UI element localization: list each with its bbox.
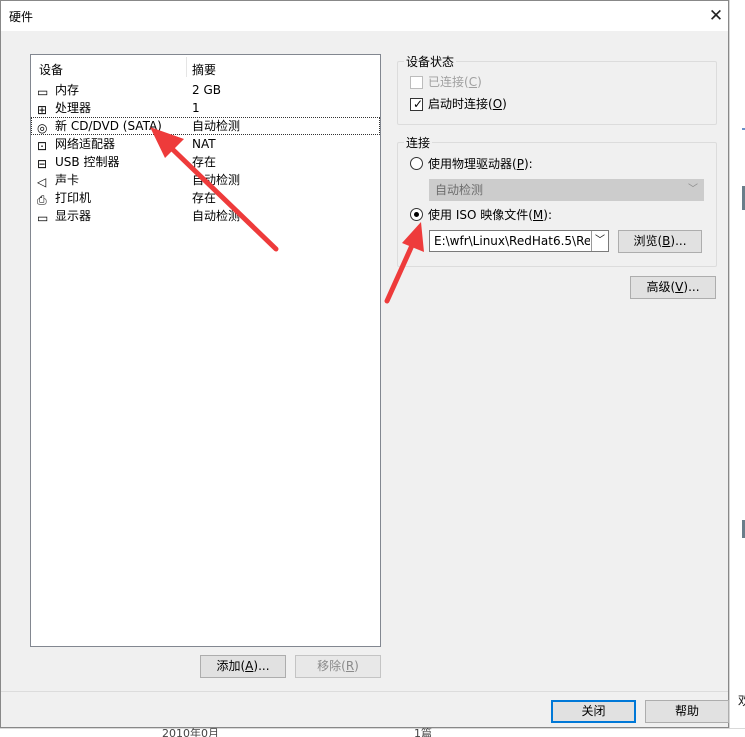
add-button-label: 添加( [216,659,246,673]
physical-drive-radio[interactable]: 使用物理驱动器(P): [410,156,570,172]
column-header-summary[interactable]: 摘要 [192,61,216,78]
connect-on-start-label: 启动时连接(O) [428,97,507,111]
device-status-legend: 设备状态 [404,53,457,70]
help-button-label: 帮助 [674,704,699,718]
physical-drive-label: 使用物理驱动器(P): [428,157,533,171]
device-name: 网络适配器 [55,137,116,151]
column-separator[interactable] [186,57,187,77]
connected-checkbox[interactable]: 已连接(C) [410,74,530,90]
background-text: 欢 [738,694,745,709]
processor-icon: ⊞ [37,103,48,117]
device-row[interactable]: ◎ 新 CD/DVD (SATA) 自动检测 [31,117,380,135]
chevron-down-icon[interactable]: ﹀ [591,231,608,251]
footer-divider [1,691,728,692]
device-row[interactable]: ⊡ 网络适配器 NAT [31,135,380,153]
device-name: 声卡 [55,173,80,187]
background-page-right: 欢 [729,0,745,737]
close-button[interactable]: 关闭 [551,700,636,723]
device-summary: 2 GB [192,83,221,97]
iso-path-combobox[interactable]: E:\wfr\Linux\RedHat6.5\Rec ﹀ [429,230,609,252]
browse-button-label: 浏览( [633,234,663,248]
hardware-dialog: 硬件 ✕ 设备 摘要 ▭ 内存 2 GB ⊞ 处理器 1 ◎ 新 CD/DVD (SATA) 自… [0,0,729,728]
cd-dvd-icon: ◎ [37,121,48,135]
device-row[interactable]: ⎙ 打印机 存在 [31,189,380,207]
remove-button-label-end: ) [354,659,359,673]
device-row[interactable]: ▭ 显示器 自动检测 [31,207,380,225]
browse-button-label-end: )... [670,234,687,248]
printer-icon: ⎙ [37,193,47,207]
device-name: 处理器 [55,101,92,115]
device-summary: 自动检测 [192,209,241,223]
device-rows: ▭ 内存 2 GB ⊞ 处理器 1 ◎ 新 CD/DVD (SATA) 自动检测 ⊡ 网络适配器 NA… [31,81,380,225]
device-list-header: 设备 摘要 [31,61,380,77]
memory-icon: ▭ [37,85,49,99]
radio-dot [414,212,419,217]
physical-drive-value: 自动检测 [435,183,484,197]
add-button[interactable]: 添加(A)... [200,655,286,678]
device-name: 新 CD/DVD (SATA) [55,119,162,133]
title-bar: 硬件 ✕ [1,1,728,31]
physical-drive-select[interactable]: 自动检测 ﹀ [429,179,704,201]
monitor-icon: ▭ [37,211,49,225]
iso-image-label: 使用 ISO 映像文件(M): [428,208,553,222]
remove-button-label: 移除( [317,659,346,673]
network-adapter-icon: ⊡ [37,139,48,153]
iso-image-radio[interactable]: 使用 ISO 映像文件(M): [410,207,580,223]
close-icon[interactable]: ✕ [706,7,726,25]
add-button-label-end: )... [253,659,270,673]
device-status-group: 设备状态 已连接(C) ✓ 启动时连接(O) [397,53,717,125]
device-list[interactable]: 设备 摘要 ▭ 内存 2 GB ⊞ 处理器 1 ◎ 新 CD/DVD (SATA) 自动检测 ⊡ 网… [30,54,381,647]
device-row[interactable]: ◁ 声卡 自动检测 [31,171,380,189]
chevron-down-icon: ﹀ [688,184,698,195]
device-name: 打印机 [55,191,92,205]
device-row[interactable]: ⊟ USB 控制器 存在 [31,153,380,171]
checkbox-box: ✓ [410,97,424,111]
iso-path-value: E:\wfr\Linux\RedHat6.5\Rec [434,234,590,248]
remove-button-accel: R [345,659,355,673]
device-summary: 1 [192,101,200,115]
advanced-button-label-end: )... [683,280,700,294]
checkmark-icon: ✓ [413,97,424,111]
device-summary: 存在 [192,155,217,169]
checkbox-box [410,76,423,89]
device-summary: 自动检测 [192,173,241,187]
browse-button[interactable]: 浏览(B)... [618,230,702,253]
device-name: 显示器 [55,209,92,223]
close-button-label: 关闭 [581,704,606,718]
background-page-bottom: 2010年0月 1篇 [0,727,745,737]
speaker-icon: ◁ [37,175,47,189]
usb-icon: ⊟ [37,157,48,171]
connected-label: 已连接(C) [428,75,482,89]
connection-legend: 连接 [404,134,433,151]
dialog-title: 硬件 [9,10,34,24]
device-summary: 自动检测 [192,119,241,133]
device-summary: 存在 [192,191,217,205]
device-name: 内存 [55,83,80,97]
radio-circle [410,157,423,170]
device-row[interactable]: ⊞ 处理器 1 [31,99,380,117]
device-row[interactable]: ▭ 内存 2 GB [31,81,380,99]
advanced-button[interactable]: 高级(V)... [630,276,716,299]
connection-group: 连接 使用物理驱动器(P): 自动检测 ﹀ 使用 ISO 映像文件(M): E:… [397,134,717,267]
remove-button[interactable]: 移除(R) [295,655,381,678]
help-button[interactable]: 帮助 [645,700,729,723]
radio-circle [410,208,423,221]
advanced-button-label: 高级( [646,280,676,294]
column-header-device[interactable]: 设备 [39,61,63,78]
device-summary: NAT [192,137,216,151]
device-name: USB 控制器 [55,155,120,169]
connect-on-start-checkbox[interactable]: ✓ 启动时连接(O) [410,96,550,112]
